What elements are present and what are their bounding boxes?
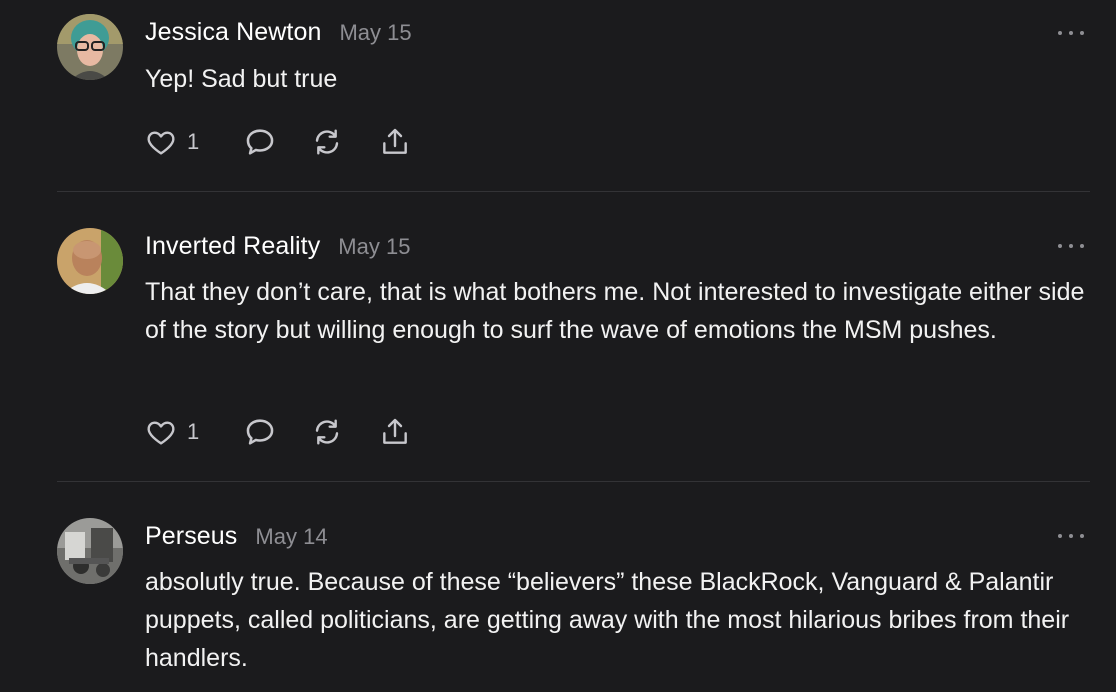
- author-name[interactable]: Jessica Newton: [145, 18, 321, 47]
- more-options-button[interactable]: [1058, 241, 1084, 251]
- like-count: 1: [187, 419, 200, 444]
- speech-bubble-icon: [246, 129, 274, 155]
- restack-button[interactable]: [311, 125, 343, 159]
- like-button[interactable]: 1: [145, 125, 223, 159]
- avatar[interactable]: [57, 228, 123, 294]
- speech-bubble-icon: [246, 419, 274, 445]
- avatar[interactable]: [57, 518, 123, 584]
- share-button[interactable]: [379, 415, 411, 449]
- ellipsis-icon: [1058, 31, 1062, 35]
- comment-text: absolutly true. Because of these “believ…: [145, 568, 1070, 672]
- comment-actions: 1: [145, 125, 411, 159]
- more-options-button[interactable]: [1058, 531, 1084, 541]
- heart-icon: [147, 131, 175, 155]
- comment-text: Yep! Sad but true: [145, 65, 338, 93]
- more-options-button[interactable]: [1058, 28, 1084, 38]
- share-upload-icon: [383, 418, 407, 444]
- comment-date[interactable]: May 15: [338, 234, 410, 260]
- comment-divider: [57, 191, 1090, 192]
- comment-header: Inverted Reality May 15: [145, 232, 410, 261]
- like-button[interactable]: 1: [145, 415, 223, 449]
- reply-button[interactable]: [243, 415, 277, 449]
- restack-arrows-icon: [315, 419, 339, 445]
- comment-header: Jessica Newton May 15: [145, 18, 412, 47]
- share-upload-icon: [383, 128, 407, 154]
- avatar[interactable]: [57, 14, 123, 80]
- ellipsis-icon: [1058, 534, 1062, 538]
- comment-header: Perseus May 14: [145, 522, 328, 551]
- comment-actions: 1: [145, 415, 411, 449]
- restack-arrows-icon: [315, 129, 339, 155]
- share-button[interactable]: [379, 125, 411, 159]
- comment-text: That they don’t care, that is what bothe…: [145, 278, 1085, 344]
- reply-button[interactable]: [243, 125, 277, 159]
- author-name[interactable]: Perseus: [145, 522, 237, 551]
- ellipsis-icon: [1058, 244, 1062, 248]
- comment-date[interactable]: May 15: [339, 20, 411, 46]
- like-count: 1: [187, 129, 200, 154]
- heart-icon: [147, 421, 175, 445]
- author-name[interactable]: Inverted Reality: [145, 232, 320, 261]
- restack-button[interactable]: [311, 415, 343, 449]
- comment-divider: [57, 481, 1090, 482]
- comment-date[interactable]: May 14: [255, 524, 327, 550]
